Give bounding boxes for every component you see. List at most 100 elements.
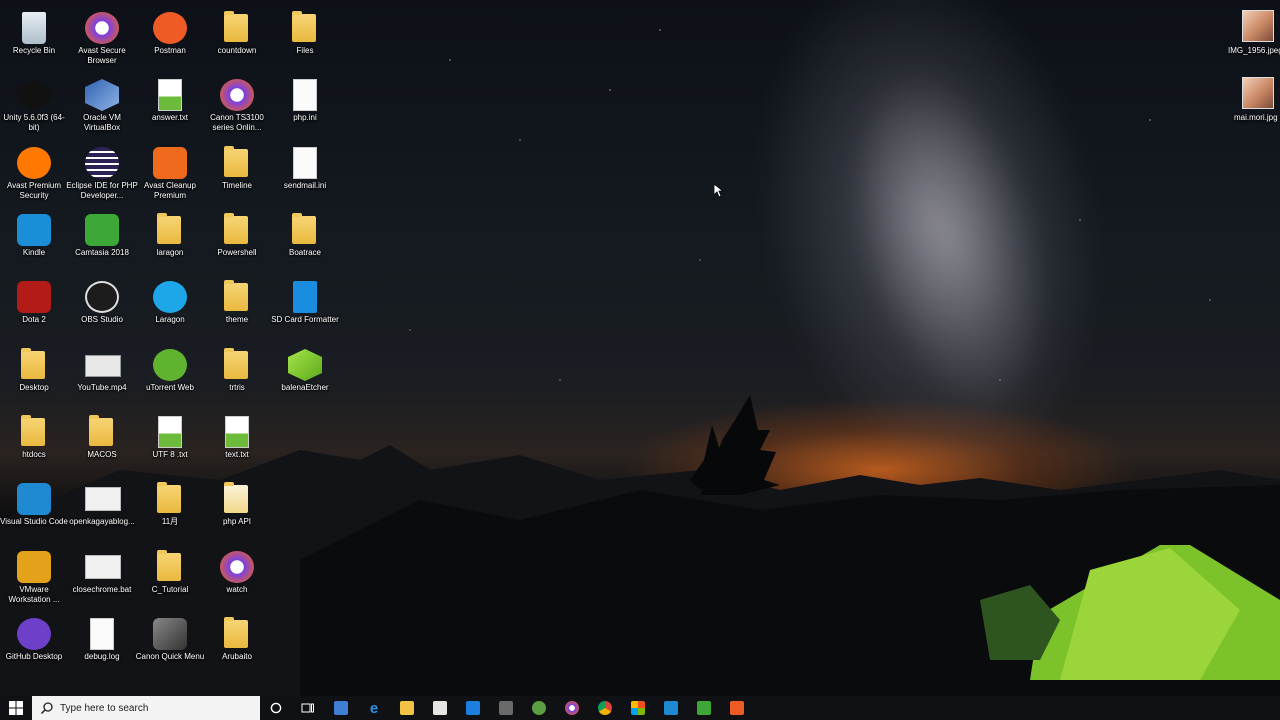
desktop-icon-github-desktop[interactable]: GitHub Desktop [0, 610, 68, 676]
taskbar-app-camtasia[interactable] [687, 696, 720, 720]
taskbar-app-office[interactable] [621, 696, 654, 720]
desktop-icon-answer-txt[interactable]: answer.txt [136, 71, 204, 137]
desktop-icon-boatrace[interactable]: Boatrace [271, 206, 339, 272]
desktop-icon-img-1956[interactable]: IMG_1956.jpeg [1222, 4, 1280, 70]
taskbar-app-store[interactable] [423, 696, 456, 720]
desktop-icon-camtasia[interactable]: Camtasia 2018 [68, 206, 136, 272]
task-view-button[interactable] [292, 696, 324, 720]
desktop-icon-utorrent[interactable]: uTorrent Web [136, 341, 204, 407]
desktop-icon-avast-cleanup[interactable]: Avast Cleanup Premium [136, 139, 204, 205]
desktop-icon-macos[interactable]: MACOS [68, 408, 136, 474]
taskbar-app-postman[interactable] [720, 696, 753, 720]
folder-icon [224, 280, 248, 311]
desktop-icon-files[interactable]: Files [271, 4, 339, 70]
folder-icon [157, 213, 181, 244]
canon-icon [153, 618, 187, 650]
canon-online-icon [220, 79, 254, 111]
edge-icon: e [369, 700, 377, 716]
desktop-icon-watch[interactable]: watch [203, 543, 271, 609]
image-file-icon [1242, 10, 1274, 42]
taskbar-app-snipping[interactable] [489, 696, 522, 720]
desktop-icon-countdown[interactable]: countdown [203, 4, 271, 70]
desktop-icon-arubaito[interactable]: Arubaito [203, 610, 271, 676]
desktop-icon-eclipse[interactable]: Eclipse IDE for PHP Developer... [66, 139, 138, 205]
desktop-icon-label: trtris [229, 383, 245, 392]
config-file-icon [293, 147, 317, 179]
taskbar: Type here to search e [0, 696, 1280, 720]
desktop-icon-canon-online[interactable]: Canon TS3100 series Onlin... [203, 71, 271, 137]
desktop-icon-theme[interactable]: theme [203, 273, 271, 339]
desktop-icon-debug-log[interactable]: debug.log [68, 610, 136, 676]
desktop-icon-laragon-folder[interactable]: laragon [136, 206, 204, 272]
desktop-icon-php-api[interactable]: php API [203, 475, 271, 541]
taskbar-app-vscode[interactable] [654, 696, 687, 720]
desktop-icon-desktop-folder[interactable]: Desktop [0, 341, 68, 407]
desktop-icon-text-txt[interactable]: text.txt [203, 408, 271, 474]
desktop-icon-vmware[interactable]: VMware Workstation ... [0, 543, 68, 609]
etcher-icon [288, 349, 322, 381]
desktop-icon-label: answer.txt [151, 113, 188, 122]
start-button[interactable] [0, 696, 32, 720]
desktop-icon-kindle[interactable]: Kindle [0, 206, 68, 272]
desktop-icon-c-tutorial[interactable]: C_Tutorial [136, 543, 204, 609]
office-icon [630, 701, 645, 715]
desktop-icon-obs[interactable]: OBS Studio [68, 273, 136, 339]
taskbar-app-avast-browser[interactable] [555, 696, 588, 720]
desktop-icon-laragon[interactable]: Laragon [136, 273, 204, 339]
avast-icon [17, 147, 51, 179]
desktop-icon-label: MACOS [87, 450, 117, 459]
folder-icon [224, 11, 248, 42]
mouse-pointer-icon [714, 184, 724, 198]
desktop-icon-dota2[interactable]: Dota 2 [0, 273, 68, 339]
desktop-icon-trtris[interactable]: trtris [203, 341, 271, 407]
desktop-icon-htdocs[interactable]: htdocs [0, 408, 68, 474]
vscode-icon [17, 483, 51, 515]
desktop-icon-openkagayablog[interactable]: openkagayablog... [68, 475, 136, 541]
desktop-icon-label: balenaEtcher [281, 383, 329, 392]
desktop-icon-powershell[interactable]: Powershell [203, 206, 271, 272]
desktop-icon-sendmail-ini[interactable]: sendmail.ini [271, 139, 339, 205]
desktop-icon-label: OBS Studio [81, 315, 123, 324]
desktop-icon-unity[interactable]: Unity 5.6.0f3 (64-bit) [0, 71, 68, 137]
desktop-icon-avast-browser[interactable]: Avast Secure Browser [68, 4, 136, 70]
image-file-icon [1242, 77, 1274, 109]
desktop-icon-utf8-txt[interactable]: UTF 8 .txt [136, 408, 204, 474]
desktop-icon-label: Visual Studio Code [0, 517, 68, 526]
taskbar-app-file-explorer[interactable] [390, 696, 423, 720]
desktop-icon-mai-mori[interactable]: mai.mori.jpg [1222, 71, 1280, 137]
desktop-icon-label: countdown [217, 46, 257, 55]
desktop-icon-recycle-bin[interactable]: Recycle Bin [0, 4, 68, 70]
search-icon [40, 702, 53, 715]
desktop-icon-sd-card-formatter[interactable]: SD Card Formatter [271, 273, 339, 339]
desktop-icon-label: Desktop [19, 383, 49, 392]
desktop-icon-label: Kindle [22, 248, 46, 257]
desktop-icon-avast-premium[interactable]: Avast Premium Security [0, 139, 68, 205]
desktop-icon-11gatsu[interactable]: 11月 [136, 475, 204, 541]
camtasia-icon [85, 214, 119, 246]
taskbar-app-edge[interactable]: e [357, 696, 390, 720]
desktop-icon-label: laragon [156, 248, 184, 257]
desktop-icon-timeline[interactable]: Timeline [203, 139, 271, 205]
folder-icon [224, 146, 248, 177]
desktop-icon-php-ini[interactable]: php.ini [271, 71, 339, 137]
desktop-icon-vscode[interactable]: Visual Studio Code [0, 475, 68, 541]
desktop-icon-label: Laragon [155, 315, 185, 324]
vscode-icon [663, 701, 678, 715]
desktop-icon-postman[interactable]: Postman [136, 4, 204, 70]
text-file-icon [158, 416, 182, 448]
cortana-button[interactable] [260, 696, 292, 720]
desktop-icon-youtube-mp4[interactable]: YouTube.mp4 [68, 341, 136, 407]
desktop-icon-closechrome[interactable]: closechrome.bat [68, 543, 136, 609]
desktop-icon-label: Canon TS3100 series Onlin... [210, 113, 264, 132]
taskbar-app-mail[interactable] [456, 696, 489, 720]
taskbar-search-box[interactable]: Type here to search [32, 696, 260, 720]
taskbar-app-people[interactable] [324, 696, 357, 720]
desktop-icon-label: YouTube.mp4 [77, 383, 127, 392]
taskbar-app-android-studio[interactable] [522, 696, 555, 720]
taskbar-app-chrome[interactable] [588, 696, 621, 720]
desktop-icon-canon-quick-menu[interactable]: Canon Quick Menu [136, 610, 204, 676]
dota-icon [17, 281, 51, 313]
obs-icon [85, 281, 119, 313]
desktop-icon-balena-etcher[interactable]: balenaEtcher [271, 341, 339, 407]
desktop-icon-virtualbox[interactable]: Oracle VM VirtualBox [68, 71, 136, 137]
